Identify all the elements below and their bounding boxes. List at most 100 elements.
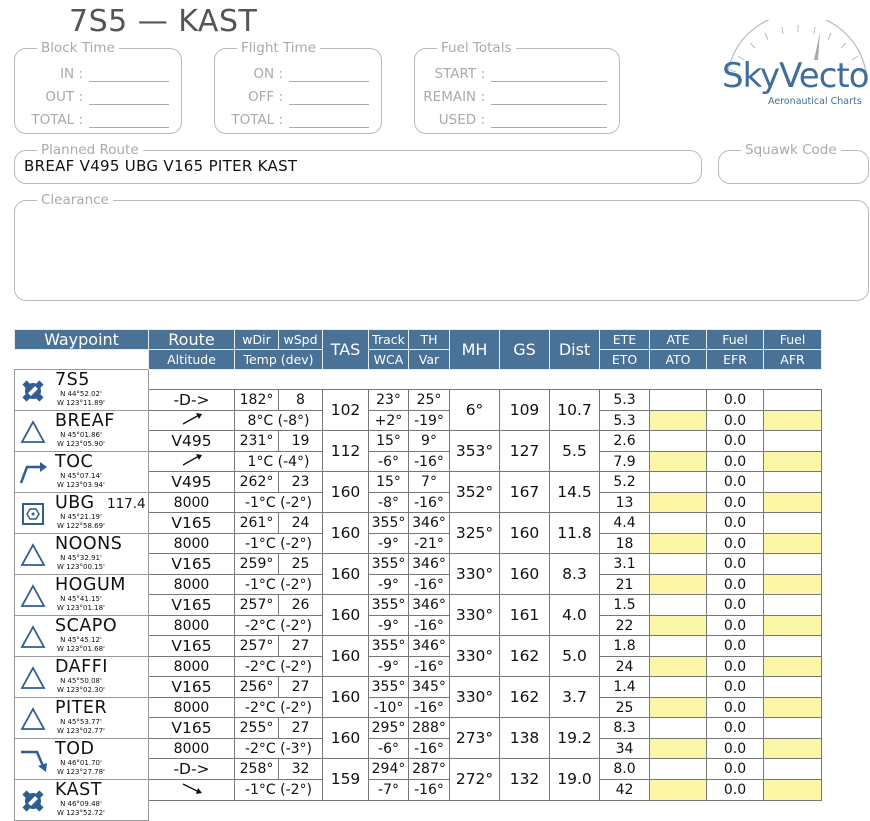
leg-gs: 132 bbox=[499, 758, 550, 801]
waypoint-cell-2[interactable]: TOC N 45°07.14' W 123°03.94' bbox=[14, 451, 149, 493]
leg-fuel-actual-input[interactable] bbox=[763, 676, 822, 698]
waypoint-name: DAFFI bbox=[55, 657, 108, 677]
leg-ate-input[interactable] bbox=[649, 389, 707, 411]
leg-wspd: 25 bbox=[278, 553, 323, 575]
leg-wca: +2° bbox=[368, 410, 409, 431]
leg-th: 346° bbox=[408, 594, 450, 616]
flight-total-row[interactable]: TOTAL : bbox=[231, 108, 369, 128]
leg-ate-input[interactable] bbox=[649, 553, 707, 575]
leg-ato-input[interactable] bbox=[649, 656, 707, 677]
leg-eto: 18 bbox=[599, 533, 650, 554]
fuel-totals-box: Fuel Totals START : REMAIN : USED : bbox=[414, 39, 620, 134]
waypoint-cell-0[interactable]: 7S5 N 44°52.02' W 123°11.89' bbox=[14, 369, 149, 411]
waypoint-cell-7[interactable]: DAFFI N 45°50.08' W 123°02.30' bbox=[14, 656, 149, 698]
block-in-row[interactable]: IN : bbox=[60, 62, 169, 82]
leg-ate-input[interactable] bbox=[649, 676, 707, 698]
waypoint-cell-10[interactable]: KAST N 46°09.48' W 123°52.72' bbox=[14, 779, 149, 821]
leg-ate-input[interactable] bbox=[649, 594, 707, 616]
header-afr: AFR bbox=[763, 349, 822, 370]
flight-on-row[interactable]: ON : bbox=[253, 62, 369, 82]
waypoint-name: 7S5 bbox=[55, 370, 90, 390]
leg-altitude: 8000 bbox=[148, 697, 235, 718]
leg-temp: -1°C (-2°) bbox=[234, 779, 323, 801]
leg-ato-input[interactable] bbox=[649, 451, 707, 472]
waypoint-cell-4[interactable]: NOONS N 45°32.91' W 123°00.15' bbox=[14, 533, 149, 575]
flight-off-row[interactable]: OFF : bbox=[248, 85, 369, 105]
header-ate: ATE bbox=[649, 329, 707, 350]
planned-route-value[interactable]: BREAF V495 UBG V165 PITER KAST bbox=[24, 157, 297, 175]
leg-afr-input[interactable] bbox=[763, 574, 822, 595]
leg-ate-input[interactable] bbox=[649, 758, 707, 780]
leg-fuel-actual-input[interactable] bbox=[763, 553, 822, 575]
leg-afr-input[interactable] bbox=[763, 492, 822, 513]
leg-ato-input[interactable] bbox=[649, 615, 707, 636]
leg-wca: -9° bbox=[368, 574, 409, 595]
fuel-used-row[interactable]: USED : bbox=[439, 108, 607, 128]
leg-ate-input[interactable] bbox=[649, 471, 707, 493]
leg-afr-input[interactable] bbox=[763, 533, 822, 554]
leg-afr-input[interactable] bbox=[763, 410, 822, 431]
leg-afr-input[interactable] bbox=[763, 656, 822, 677]
leg-ate-input[interactable] bbox=[649, 635, 707, 657]
leg-ato-input[interactable] bbox=[649, 410, 707, 431]
clearance-box[interactable]: Clearance bbox=[14, 191, 869, 301]
leg-ate-input[interactable] bbox=[649, 512, 707, 534]
leg-fuel-actual-input[interactable] bbox=[763, 717, 822, 739]
waypoint-coordinates: N 45°50.08' W 123°02.30' bbox=[57, 677, 105, 694]
leg-dist: 10.7 bbox=[549, 389, 600, 431]
leg-ato-input[interactable] bbox=[649, 697, 707, 718]
leg-afr-input[interactable] bbox=[763, 615, 822, 636]
leg-afr-input[interactable] bbox=[763, 779, 822, 801]
leg-tas: 112 bbox=[322, 430, 369, 472]
leg-altitude bbox=[148, 779, 235, 801]
leg-ato-input[interactable] bbox=[649, 779, 707, 801]
fuel-start-row[interactable]: START : bbox=[435, 62, 607, 82]
waypoint-cell-5[interactable]: HOGUM N 45°41.15' W 123°01.18' bbox=[14, 574, 149, 616]
leg-altitude: 8000 bbox=[148, 574, 235, 595]
leg-ato-input[interactable] bbox=[649, 574, 707, 595]
leg-temp: -2°C (-2°) bbox=[234, 697, 323, 718]
fuel-totals-label: Fuel Totals bbox=[437, 39, 516, 57]
leg-ate-input[interactable] bbox=[649, 717, 707, 739]
leg-mh: 272° bbox=[449, 758, 500, 801]
waypoint-cell-6[interactable]: SCAPO N 45°45.12' W 123°01.68' bbox=[14, 615, 149, 657]
leg-fuel-actual-input[interactable] bbox=[763, 512, 822, 534]
leg-fuel-actual-input[interactable] bbox=[763, 471, 822, 493]
leg-ato-input[interactable] bbox=[649, 738, 707, 759]
squawk-box[interactable]: Squawk Code bbox=[718, 141, 869, 184]
waypoint-cell-3[interactable]: UBG 117.4 N 45°21.19' W 122°58.69' bbox=[14, 492, 149, 534]
leg-fuel-actual-input[interactable] bbox=[763, 758, 822, 780]
leg-th: 346° bbox=[408, 635, 450, 657]
leg-tas: 160 bbox=[322, 471, 369, 513]
leg-afr-input[interactable] bbox=[763, 697, 822, 718]
waypoint-cell-9[interactable]: TOD N 46°01.70' W 123°27.78' bbox=[14, 738, 149, 780]
logo-tagline: Aeronautical Charts bbox=[768, 96, 862, 107]
table-row: KAST N 46°09.48' W 123°52.72' -1°C (-2°) … bbox=[14, 779, 822, 821]
waypoint-cell-8[interactable]: PITER N 45°53.77' W 123°02.77' bbox=[14, 697, 149, 739]
leg-wspd: 23 bbox=[278, 471, 323, 493]
leg-wdir: 257° bbox=[234, 594, 279, 616]
leg-afr-input[interactable] bbox=[763, 738, 822, 759]
leg-temp: -2°C (-2°) bbox=[234, 656, 323, 677]
leg-var: -16° bbox=[408, 492, 450, 513]
leg-afr-input[interactable] bbox=[763, 451, 822, 472]
fuel-remain-row[interactable]: REMAIN : bbox=[423, 85, 607, 105]
leg-track: 295° bbox=[368, 717, 409, 739]
leg-fuel-actual-input[interactable] bbox=[763, 389, 822, 411]
leg-var: -16° bbox=[408, 574, 450, 595]
block-out-row[interactable]: OUT : bbox=[45, 85, 169, 105]
leg-mh: 352° bbox=[449, 471, 500, 513]
leg-fuel-actual-input[interactable] bbox=[763, 635, 822, 657]
leg-fuel-actual-input[interactable] bbox=[763, 430, 822, 452]
leg-fuel-actual-input[interactable] bbox=[763, 594, 822, 616]
block-total-row[interactable]: TOTAL : bbox=[31, 108, 169, 128]
leg-track: 355° bbox=[368, 635, 409, 657]
leg-fuel: 0.0 bbox=[706, 717, 764, 739]
waypoint-cell-1[interactable]: BREAF N 45°01.86' W 123°05.90' bbox=[14, 410, 149, 452]
leg-ato-input[interactable] bbox=[649, 492, 707, 513]
leg-ate-input[interactable] bbox=[649, 430, 707, 452]
leg-ato-input[interactable] bbox=[649, 533, 707, 554]
leg-eto: 25 bbox=[599, 697, 650, 718]
leg-wspd: 32 bbox=[278, 758, 323, 780]
leg-altitude bbox=[148, 410, 235, 431]
